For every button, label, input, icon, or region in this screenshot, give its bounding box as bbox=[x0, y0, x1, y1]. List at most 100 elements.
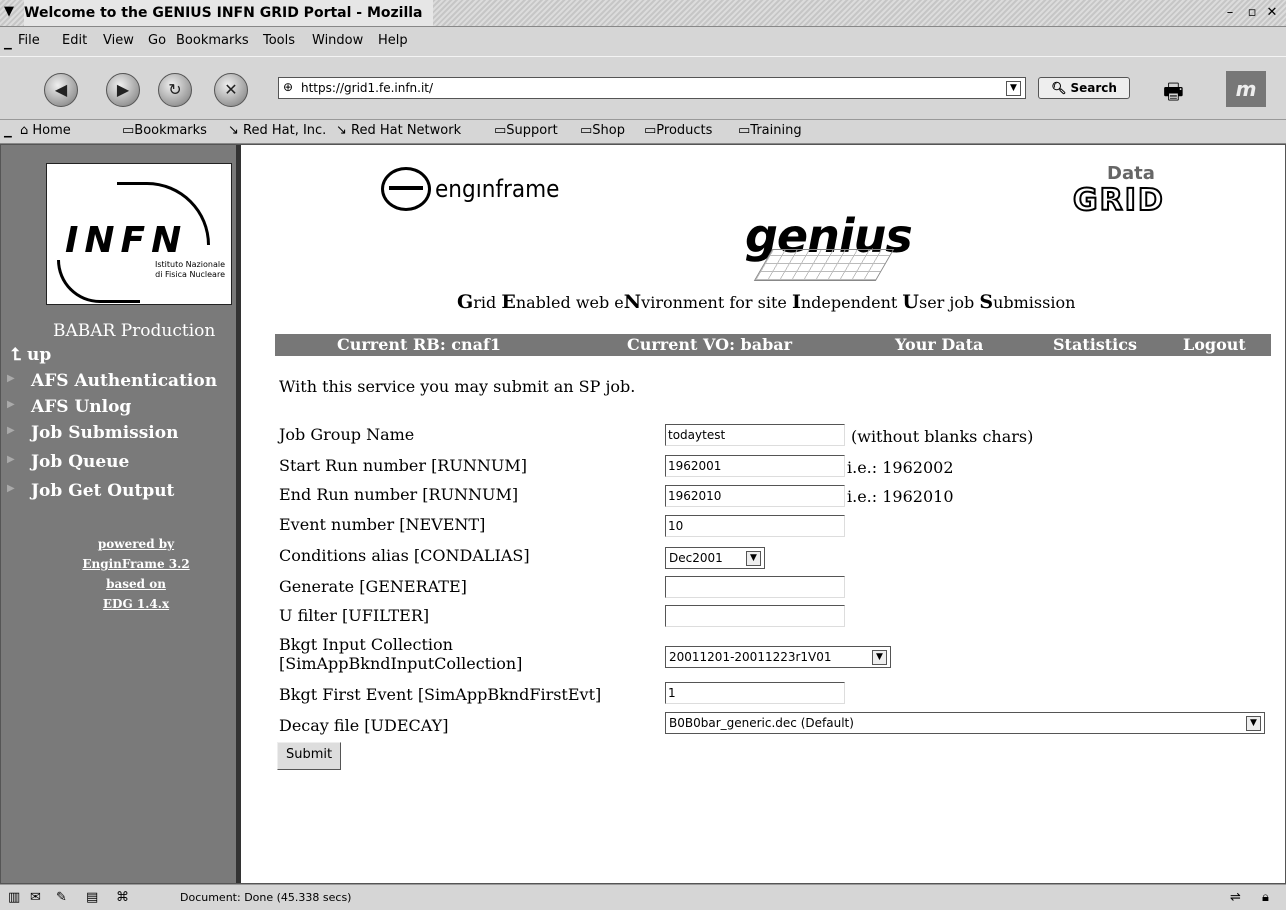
enginframe-link[interactable]: EnginFrame 3.2 bbox=[61, 557, 211, 571]
window-menu-icon[interactable]: ▼ bbox=[4, 5, 18, 19]
menu-window[interactable]: Window bbox=[312, 27, 363, 55]
powered-by-link[interactable]: powered by bbox=[61, 537, 211, 551]
search-button[interactable]: 🔍︎ Search bbox=[1038, 77, 1130, 99]
back-arrow-icon[interactable]: ◀ bbox=[44, 73, 78, 107]
toolbar-grip-icon[interactable]: ▁ bbox=[4, 39, 12, 50]
tagline-part: nabled web e bbox=[515, 293, 624, 312]
folder-icon: ▭ bbox=[494, 123, 507, 138]
bookmark-home[interactable]: ⌂ Home bbox=[20, 119, 71, 143]
current-rb-link[interactable]: Current RB: cnaf1 bbox=[337, 334, 501, 356]
url-text[interactable]: https://grid1.fe.infn.it/ bbox=[301, 78, 433, 98]
bkgt-input-collection-label: Bkgt Input Collection [SimAppBkndInputCo… bbox=[279, 635, 522, 673]
logo-subtitle: Istituto Nazionale di Fisica Nucleare bbox=[155, 260, 225, 280]
genius-grid-graphic bbox=[753, 249, 895, 281]
sidebar-item-job-submission[interactable]: ▶ Job Submission bbox=[7, 423, 179, 443]
up-folder-icon: ⮤ bbox=[11, 345, 27, 365]
menu-bookmarks[interactable]: Bookmarks bbox=[176, 27, 249, 55]
tagline-initial: E bbox=[501, 291, 516, 313]
tagline-initial: U bbox=[902, 291, 919, 313]
window-title: Welcome to the GENIUS INFN GRID Portal -… bbox=[24, 0, 433, 26]
sidebar-item-afs-authentication[interactable]: ▶ AFS Authentication bbox=[7, 371, 218, 391]
reload-icon[interactable]: ↻ bbox=[158, 73, 192, 107]
edg-link[interactable]: EDG 1.4.x bbox=[61, 597, 211, 611]
minimize-icon[interactable]: – bbox=[1222, 5, 1238, 21]
addressbook-icon[interactable]: ▤ bbox=[86, 890, 98, 905]
navigator-icon[interactable]: ▥ bbox=[8, 890, 20, 905]
bookmark-shop[interactable]: ▭Shop bbox=[580, 119, 625, 143]
menu-file[interactable]: File bbox=[18, 27, 40, 55]
tagline-part: vironment for site bbox=[641, 293, 792, 312]
sidebar-item-label: Job Get Output bbox=[31, 481, 175, 501]
url-dropdown-icon[interactable]: ▼ bbox=[1006, 81, 1021, 96]
conditions-alias-value: Dec2001 bbox=[669, 551, 723, 565]
portal-nav-strip: Current RB: cnaf1 Current VO: babar Your… bbox=[275, 334, 1271, 356]
irc-icon[interactable]: ⌘ bbox=[116, 890, 129, 905]
event-number-input[interactable]: 10 bbox=[665, 515, 845, 537]
current-vo-link[interactable]: Current VO: babar bbox=[627, 334, 792, 356]
navigation-toolbar: ◀ ▶ ↻ ✕ ⊕ https://grid1.fe.infn.it/ ▼ 🔍︎… bbox=[0, 56, 1286, 120]
status-text: Document: Done (45.338 secs) bbox=[180, 891, 352, 904]
status-bar: ▥ ✉ ✎ ▤ ⌘ Document: Done (45.338 secs) ⇌… bbox=[0, 884, 1286, 911]
based-on-link[interactable]: based on bbox=[61, 577, 211, 591]
close-icon[interactable]: ✕ bbox=[1264, 5, 1280, 21]
ufilter-input[interactable] bbox=[665, 605, 845, 627]
url-bar[interactable]: ⊕ https://grid1.fe.infn.it/ ▼ bbox=[278, 77, 1026, 99]
bookmark-label: Bookmarks bbox=[134, 123, 207, 138]
logo-subtitle-line1: Istituto Nazionale bbox=[155, 260, 225, 269]
job-group-input[interactable]: todaytest bbox=[665, 424, 845, 446]
tagline-initial: N bbox=[623, 291, 642, 313]
tagline-part: ubmission bbox=[993, 293, 1076, 312]
datagrid-top-text: Data bbox=[1107, 163, 1155, 184]
bkgt-input-collection-select[interactable]: 20011201-20011223r1V01 ▼ bbox=[665, 646, 891, 668]
sidebar-item-job-queue[interactable]: ▶ Job Queue bbox=[7, 452, 129, 472]
logo-subtitle-line2: di Fisica Nucleare bbox=[155, 270, 225, 279]
triangle-right-icon: ▶ bbox=[7, 373, 15, 384]
tagline: Grid Enabled web eNvironment for site In… bbox=[457, 291, 1075, 313]
home-icon: ⌂ bbox=[20, 123, 33, 138]
menu-view[interactable]: View bbox=[103, 27, 134, 55]
sidebar-item-afs-unlog[interactable]: ▶ AFS Unlog bbox=[7, 397, 132, 417]
menu-help[interactable]: Help bbox=[378, 27, 408, 55]
bookmark-products[interactable]: ▭Products bbox=[644, 119, 712, 143]
print-icon[interactable]: 🖶 bbox=[1163, 75, 1184, 113]
decay-file-select[interactable]: B0B0bar_generic.dec (Default) ▼ bbox=[665, 712, 1265, 734]
menu-edit[interactable]: Edit bbox=[62, 27, 87, 55]
datagrid-bottom-text: GRID bbox=[1072, 182, 1165, 219]
bookmark-redhat[interactable]: ↘ Red Hat, Inc. bbox=[228, 119, 326, 143]
sidebar-item-job-get-output[interactable]: ▶ Job Get Output bbox=[7, 481, 175, 501]
toolbar-grip-icon[interactable]: ▁ bbox=[4, 127, 12, 138]
folder-icon: ▭ bbox=[122, 123, 135, 138]
triangle-right-icon: ▶ bbox=[7, 454, 15, 465]
stop-icon[interactable]: ✕ bbox=[214, 73, 248, 107]
your-data-link[interactable]: Your Data bbox=[895, 334, 983, 356]
bookmark-label: Training bbox=[750, 123, 802, 138]
sidebar-item-label: AFS Unlog bbox=[31, 397, 132, 417]
sidebar-up-link[interactable]: ⮤ up bbox=[11, 345, 51, 365]
statistics-link[interactable]: Statistics bbox=[1053, 334, 1137, 356]
bookmark-redhat-network[interactable]: ↘ Red Hat Network bbox=[336, 119, 461, 143]
composer-icon[interactable]: ✎ bbox=[56, 890, 67, 905]
menu-tools[interactable]: Tools bbox=[263, 27, 295, 55]
bkgt-first-event-input[interactable]: 1 bbox=[665, 682, 845, 704]
bookmark-training[interactable]: ▭Training bbox=[738, 119, 802, 143]
conditions-alias-select[interactable]: Dec2001 ▼ bbox=[665, 547, 765, 569]
submit-button[interactable]: Submit bbox=[277, 742, 342, 770]
mail-icon[interactable]: ✉ bbox=[30, 890, 41, 905]
end-run-input[interactable]: 1962010 bbox=[665, 485, 845, 507]
start-run-input[interactable]: 1962001 bbox=[665, 455, 845, 477]
menu-go[interactable]: Go bbox=[148, 27, 166, 55]
bookmark-bookmarks[interactable]: ▭Bookmarks bbox=[122, 119, 207, 143]
job-group-hint: (without blanks chars) bbox=[851, 427, 1034, 446]
chevron-down-icon: ▼ bbox=[1246, 716, 1261, 731]
maximize-icon[interactable]: ▫ bbox=[1244, 5, 1260, 21]
sidebar-item-label: AFS Authentication bbox=[31, 371, 218, 391]
sidebar-item-label: Job Submission bbox=[31, 423, 179, 443]
tagline-part: ser job bbox=[919, 293, 980, 312]
start-run-label: Start Run number [RUNNUM] bbox=[279, 456, 527, 475]
bookmark-support[interactable]: ▭Support bbox=[494, 119, 558, 143]
bkgt-label-line1: Bkgt Input Collection bbox=[279, 635, 453, 654]
forward-arrow-icon[interactable]: ▶ bbox=[106, 73, 140, 107]
generate-input[interactable] bbox=[665, 576, 845, 598]
logout-link[interactable]: Logout bbox=[1183, 334, 1246, 356]
triangle-right-icon: ▶ bbox=[7, 425, 15, 436]
